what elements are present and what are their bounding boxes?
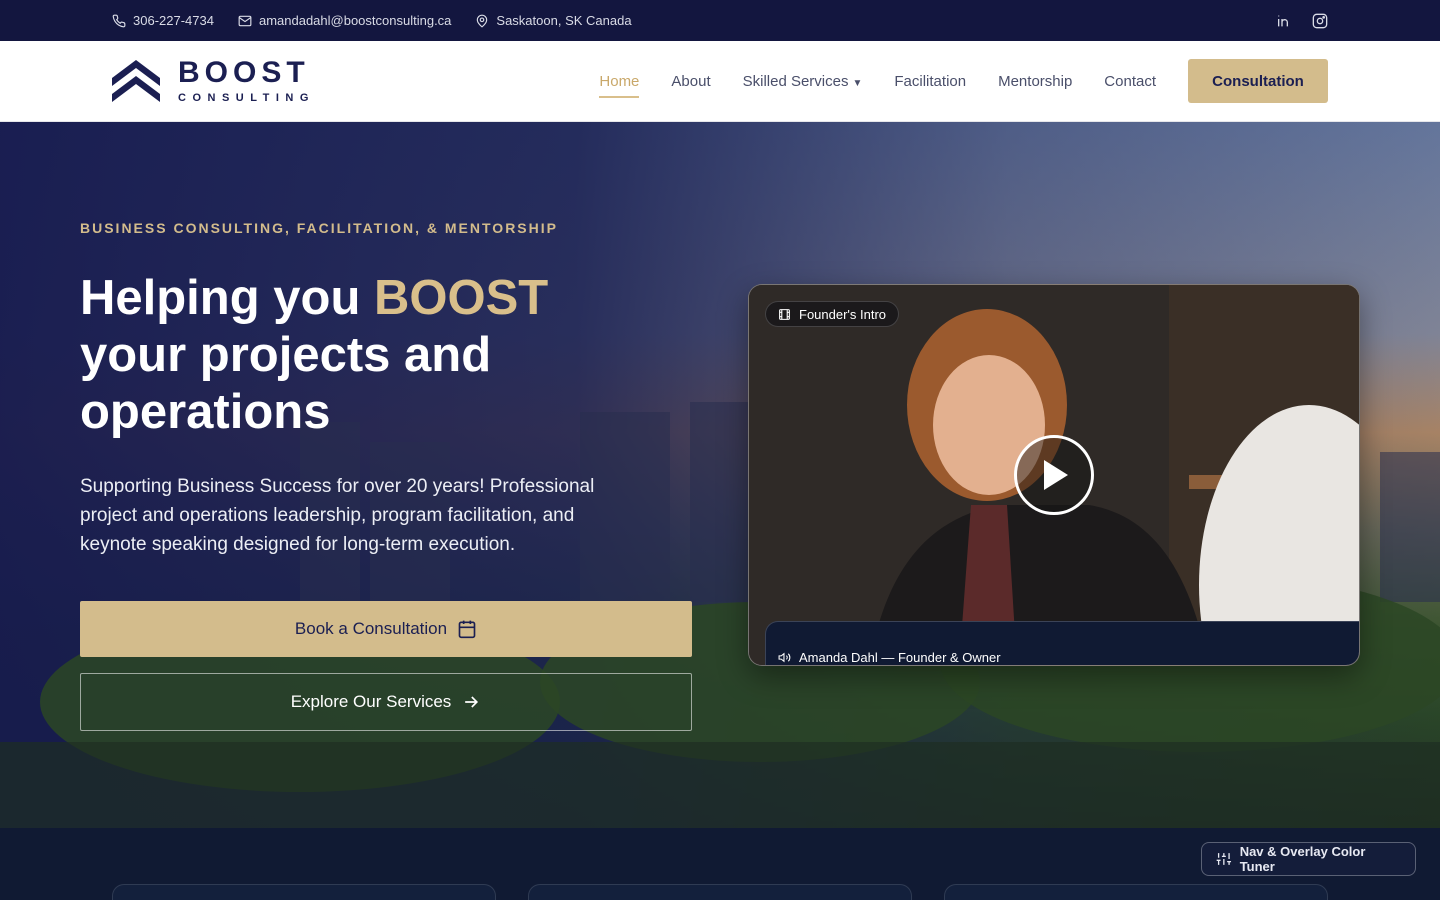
- nav-menu: Home About Skilled Services ▼ Facilitatio…: [599, 65, 1156, 98]
- book-consultation-label: Book a Consultation: [294, 619, 448, 638]
- nav-item-skilled-services[interactable]: Skilled Services ▼: [743, 65, 863, 98]
- calendar-icon: [458, 620, 476, 639]
- founder-video-card[interactable]: Founder's Intro Amanda Dahl — Founder & …: [748, 284, 1360, 666]
- consultation-button[interactable]: Consultation: [1188, 59, 1328, 103]
- location: Saskatoon, SK Canada: [475, 13, 632, 28]
- nav-item-skilled-services-label: Skilled Services: [742, 72, 849, 90]
- nav-item-home[interactable]: Home: [599, 65, 640, 98]
- play-icon: [1044, 460, 1068, 490]
- top-contact-bar: 306-227-4734 amandadahl@boostconsulting.…: [0, 0, 1440, 41]
- headline-accent: BOOST: [374, 271, 549, 325]
- color-tuner-label: Nav & Overlay Color Tuner: [1239, 844, 1366, 874]
- headline-line-3: operations: [80, 385, 331, 439]
- location-text: Saskatoon, SK Canada: [496, 13, 632, 28]
- film-icon: [779, 308, 790, 320]
- nav-item-about[interactable]: About: [671, 65, 710, 98]
- service-card[interactable]: [528, 884, 912, 900]
- color-tuner-button[interactable]: Nav & Overlay Color Tuner: [1201, 842, 1416, 876]
- hero-description: Supporting Business Success for over 20 …: [80, 476, 595, 555]
- explore-services-label: Explore Our Services: [290, 692, 452, 711]
- video-caption: Amanda Dahl — Founder & Owner: [765, 621, 1359, 665]
- book-consultation-button[interactable]: Book a Consultation: [80, 601, 692, 657]
- headline-line-2: your projects and: [80, 328, 492, 382]
- nav-item-contact[interactable]: Contact: [1104, 65, 1156, 98]
- contact-info: 306-227-4734 amandadahl@boostconsulting.…: [112, 13, 632, 28]
- service-card[interactable]: [112, 884, 496, 900]
- volume-icon: [778, 652, 791, 662]
- hero-eyebrow: BUSINESS CONSULTING, FACILITATION, & MEN…: [80, 220, 558, 236]
- phone-number: 306-227-4734: [133, 13, 214, 28]
- nav-item-facilitation[interactable]: Facilitation: [894, 65, 966, 98]
- phone-icon: [112, 14, 126, 27]
- sliders-icon: [1216, 853, 1232, 865]
- brand-logo[interactable]: BOOST CONSULTING: [112, 58, 315, 104]
- brand-wordmark: BOOST CONSULTING: [178, 56, 315, 105]
- email-link[interactable]: amandadahl@boostconsulting.ca: [238, 13, 451, 28]
- caret-down-icon: ▼: [852, 77, 863, 89]
- service-card[interactable]: [944, 884, 1328, 900]
- hero-headline: Helping you BOOST your projects and oper…: [80, 270, 680, 441]
- video-caption-text: Amanda Dahl — Founder & Owner: [799, 649, 1001, 665]
- arrow-right-icon: [465, 696, 479, 708]
- brand-name: BOOST: [178, 56, 310, 89]
- founders-intro-tag: Founder's Intro: [765, 301, 900, 327]
- email-address: amandadahl@boostconsulting.ca: [258, 13, 452, 28]
- play-button[interactable]: [1014, 435, 1094, 515]
- brand-tagline: CONSULTING: [178, 92, 315, 104]
- mail-icon: [238, 15, 252, 26]
- instagram-icon[interactable]: [1312, 13, 1328, 29]
- chevron-logo-icon: [112, 60, 160, 102]
- linkedin-icon[interactable]: [1276, 13, 1292, 29]
- map-pin-icon: [477, 14, 488, 28]
- social-links: [1276, 13, 1328, 29]
- nav-item-mentorship[interactable]: Mentorship: [998, 65, 1072, 98]
- hero-section: BUSINESS CONSULTING, FACILITATION, & MEN…: [0, 122, 1440, 828]
- explore-services-button[interactable]: Explore Our Services: [80, 673, 692, 731]
- main-navigation: BOOST CONSULTING Home About Skilled Serv…: [0, 41, 1440, 122]
- founders-intro-label: Founder's Intro: [799, 306, 887, 322]
- services-section: Nav & Overlay Color Tuner: [0, 828, 1440, 900]
- headline-prefix: Helping you: [80, 271, 374, 325]
- phone-link[interactable]: 306-227-4734: [112, 13, 214, 28]
